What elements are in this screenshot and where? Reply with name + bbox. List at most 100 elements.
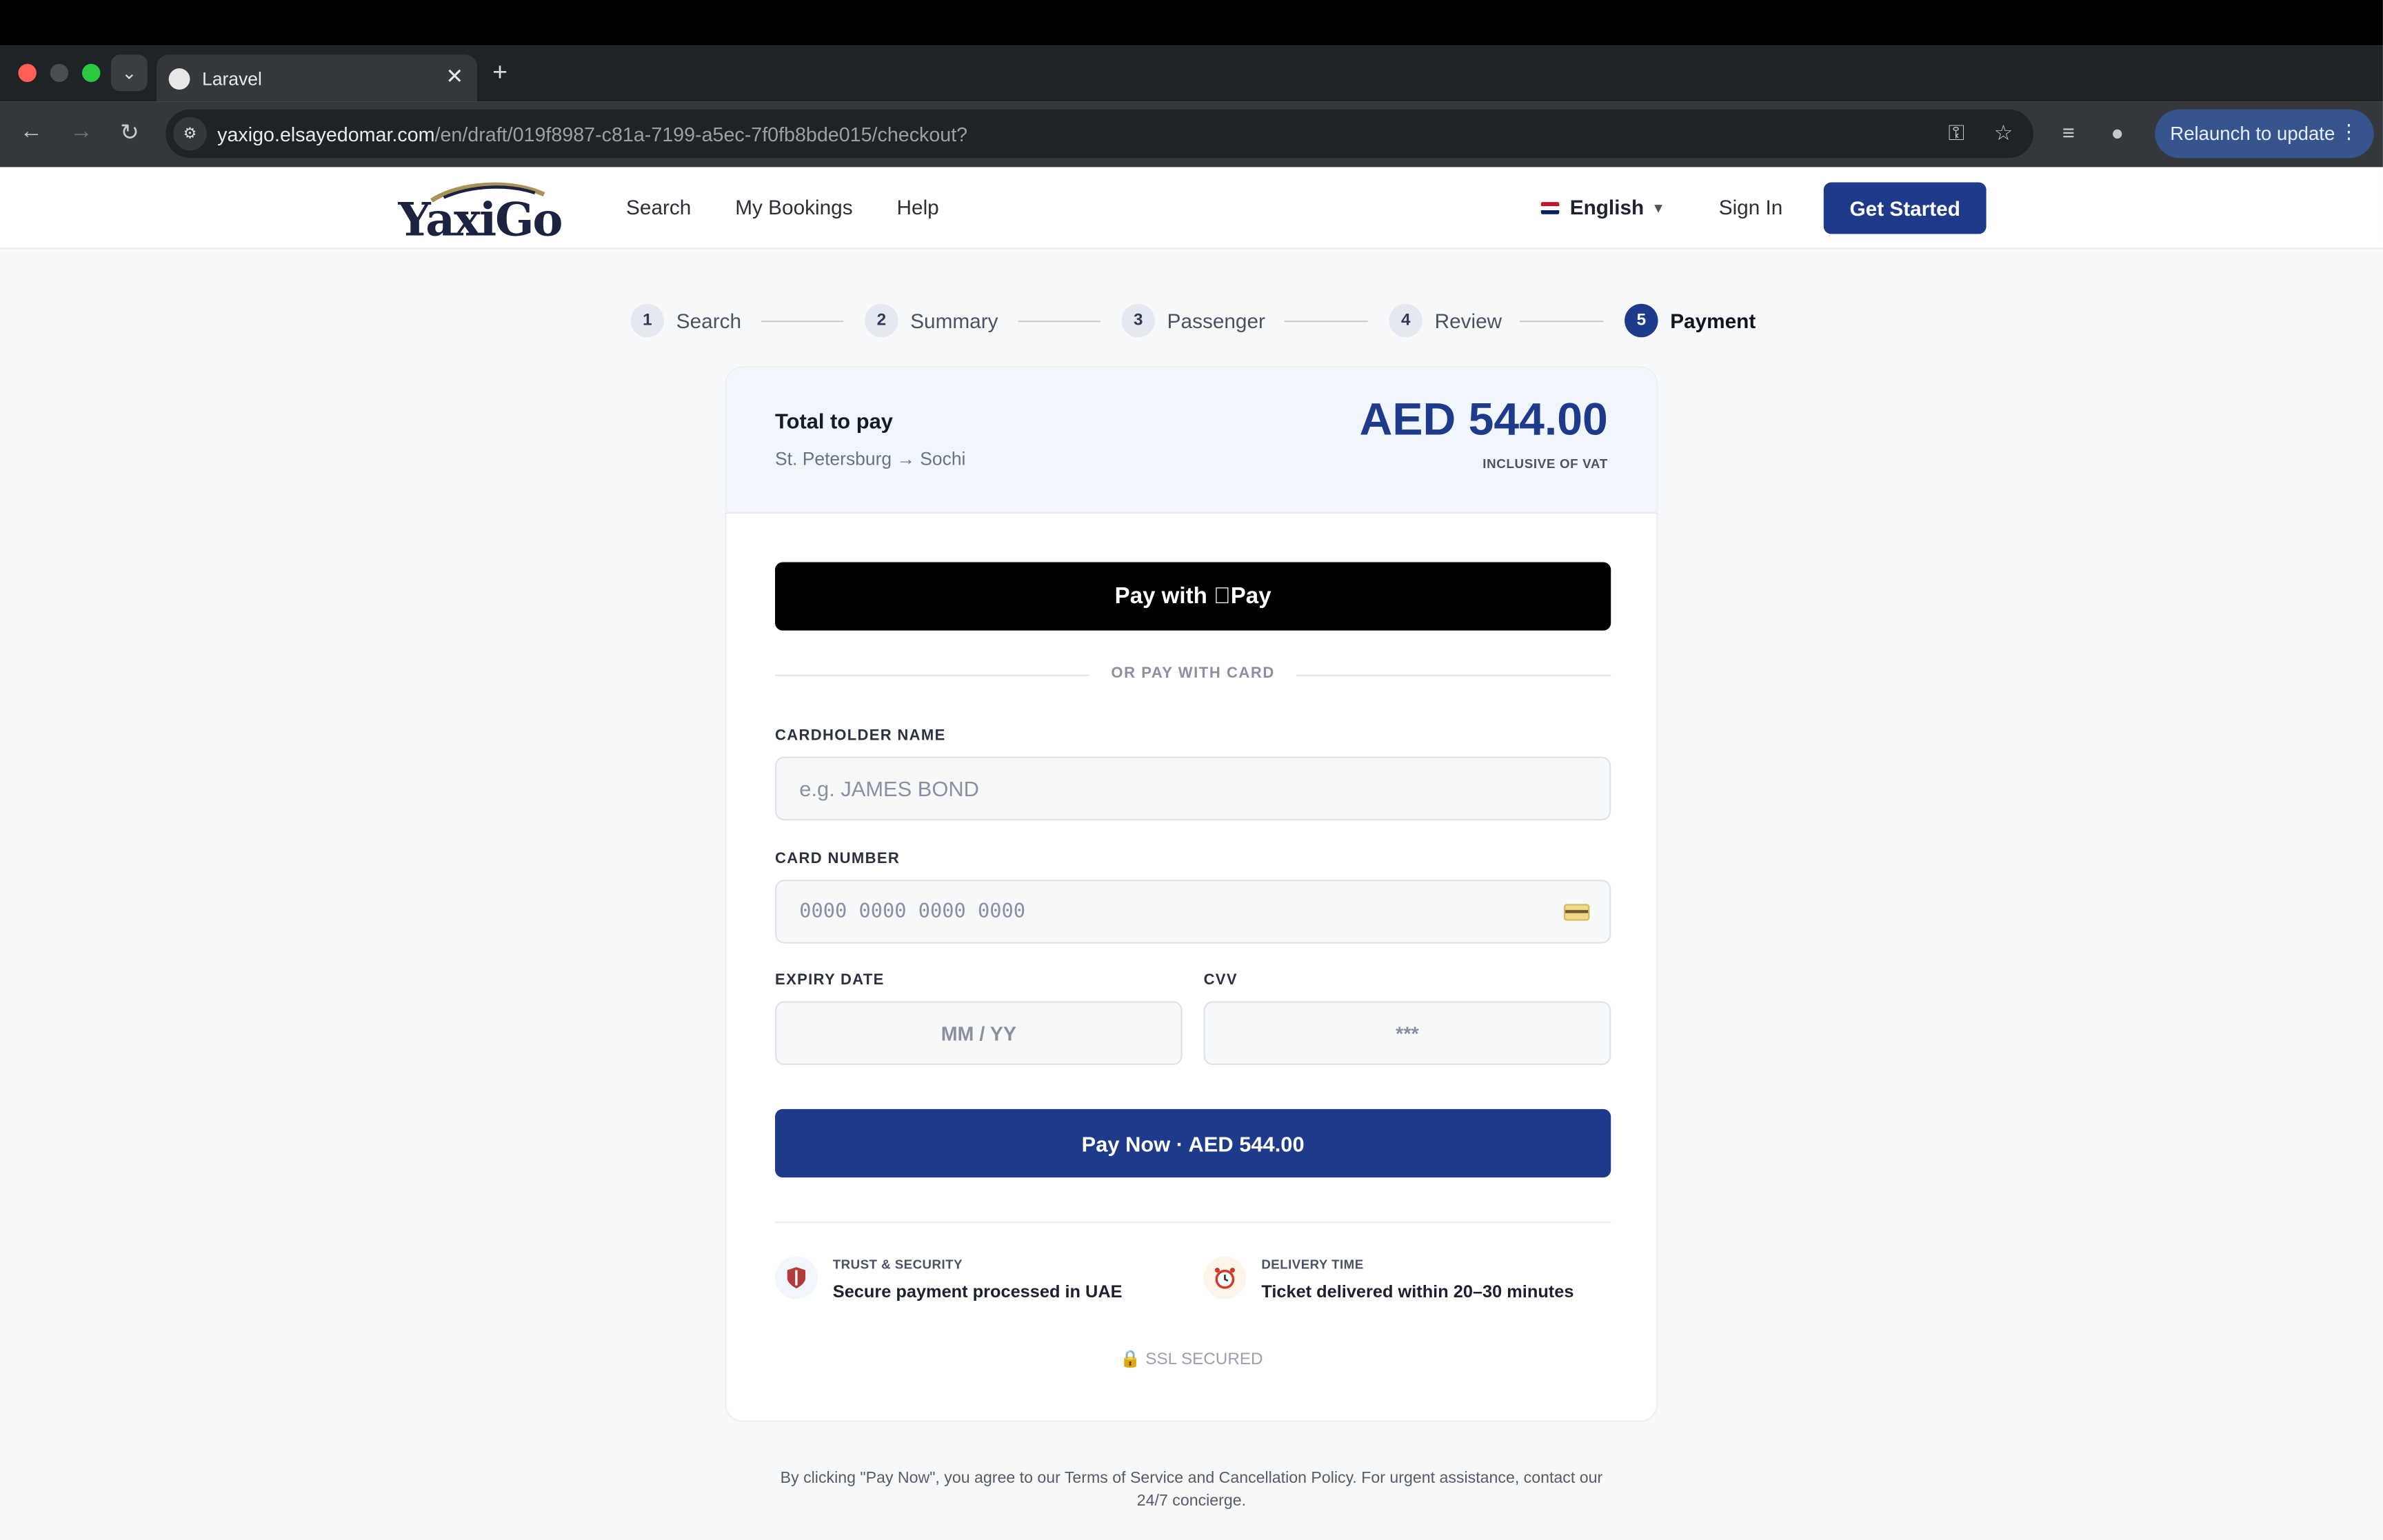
apple-pay-button[interactable]: Pay with Pay	[775, 562, 1611, 631]
expiry-label: EXPIRY DATE	[775, 972, 885, 989]
lock-icon: 🔒	[1120, 1350, 1141, 1369]
card-number-placeholder: 0000 0000 0000 0000	[799, 900, 1026, 923]
site-logo[interactable]: YaxiGo	[398, 176, 563, 247]
sign-in-link[interactable]: Sign In	[1719, 196, 1783, 219]
step-number: 4	[1389, 303, 1422, 338]
step-connector	[1018, 321, 1100, 323]
tab-search-button[interactable]: ⌄	[110, 54, 148, 92]
browser-tab[interactable]: Laravel ✕	[157, 54, 478, 102]
tab-title: Laravel	[202, 68, 262, 89]
reload-icon[interactable]: ↻	[120, 119, 139, 145]
step-number: 3	[1121, 303, 1156, 338]
trust-kicker: TRUST & SECURITY	[832, 1256, 963, 1272]
key-icon[interactable]: ⚿	[1949, 120, 1964, 145]
chevron-down-icon: ▼	[1651, 199, 1665, 215]
cvv-input[interactable]: ***	[1203, 1001, 1611, 1066]
step-label: Passenger	[1167, 309, 1265, 332]
language-label: English	[1569, 196, 1645, 219]
nav-search-link[interactable]: Search	[626, 196, 691, 219]
step-connector	[1284, 321, 1368, 323]
cardholder-placeholder: e.g. JAMES BOND	[799, 776, 979, 801]
relaunch-label: Relaunch to update	[2170, 123, 2335, 145]
card-number-input[interactable]: 0000 0000 0000 0000	[775, 880, 1611, 944]
trust-text: TRUST & SECURITY Secure payment processe…	[833, 1257, 1123, 1302]
address-bar[interactable]: ⚙ yaxigo.elsayedomar.com/en/draft/019f89…	[165, 109, 2033, 159]
step-label: Payment	[1670, 309, 1756, 332]
new-tab-button[interactable]: +	[492, 58, 507, 88]
apple-pay-label: Pay with Pay	[1115, 583, 1271, 609]
vat-note: INCLUSIVE OF VAT	[1482, 456, 1608, 472]
nav-my-bookings-link[interactable]: My Bookings	[735, 196, 852, 219]
delivery-text: DELIVERY TIME Ticket delivered within 20…	[1261, 1257, 1573, 1302]
credit-card-icon	[1563, 904, 1590, 921]
site-header: YaxiGo Search My Bookings Help English ▼…	[0, 167, 2383, 250]
star-icon[interactable]: ☆	[1994, 120, 2013, 145]
pay-now-button[interactable]: Pay Now · AED 544.00	[775, 1108, 1611, 1178]
url-text[interactable]: yaxigo.elsayedomar.com/en/draft/019f8987…	[217, 122, 967, 145]
step-number: 2	[865, 303, 898, 338]
alarm-clock-icon	[1203, 1256, 1247, 1299]
os-menubar	[0, 0, 2383, 46]
zoom-window-button[interactable]	[82, 63, 101, 83]
checkout-stepper: 1 Search 2 Summary 3 Passenger 4 Review …	[630, 303, 1756, 341]
step-review: 4 Review	[1389, 303, 1502, 338]
trust-main: Secure payment processed in UAE	[832, 1284, 1123, 1302]
forward-icon[interactable]: →	[70, 119, 92, 144]
minimize-window-button[interactable]	[50, 63, 69, 83]
profile-avatar-icon[interactable]: ●	[2111, 120, 2124, 144]
step-label: Summary	[910, 309, 998, 332]
cvv-label: CVV	[1203, 972, 1238, 989]
step-label: Search	[676, 309, 742, 332]
divider-text: OR PAY WITH CARD	[1111, 665, 1275, 682]
back-icon[interactable]: ←	[20, 119, 43, 144]
url-host: yaxigo.elsayedomar.com	[217, 122, 435, 145]
uk-flag-icon	[1540, 201, 1560, 214]
browser-toolbar: ← → ↻ ⚙ yaxigo.elsayedomar.com/en/draft/…	[0, 101, 2383, 168]
card-number-label: CARD NUMBER	[775, 851, 901, 868]
step-summary: 2 Summary	[865, 303, 998, 338]
step-label: Review	[1434, 309, 1502, 332]
nav-help-link[interactable]: Help	[897, 196, 939, 219]
payment-card: Total to pay St. Petersburg → Sochi AED …	[725, 366, 1658, 1422]
step-connector	[761, 321, 844, 323]
or-divider: OR PAY WITH CARD	[775, 665, 1611, 683]
language-selector[interactable]: English ▼	[1540, 196, 1665, 219]
trust-security-badge: TRUST & SECURITY Secure payment processe…	[775, 1256, 1123, 1302]
expiry-date-input[interactable]: MM / YY	[775, 1001, 1183, 1066]
section-divider	[775, 1222, 1611, 1224]
terms-footer-note: By clicking "Pay Now", you agree to our …	[780, 1469, 1603, 1510]
chevron-down-icon: ⌄	[121, 62, 137, 84]
total-summary: Total to pay St. Petersburg → Sochi AED …	[726, 367, 1657, 514]
cardholder-label: CARDHOLDER NAME	[775, 727, 946, 744]
relaunch-button[interactable]: Relaunch to update ⋮	[2155, 109, 2374, 159]
step-payment: 5 Payment	[1625, 303, 1756, 338]
close-icon[interactable]: ✕	[445, 64, 463, 90]
ssl-secured-note: 🔒 SSL SECURED	[727, 1349, 1657, 1369]
total-amount: AED 544.00	[1359, 395, 1608, 445]
shield-icon	[775, 1256, 818, 1299]
site-settings-icon[interactable]: ⚙	[173, 116, 207, 151]
step-number: 1	[630, 303, 665, 338]
media-control-icon[interactable]: ≡	[2062, 120, 2075, 144]
logo-text: YaxiGo	[398, 194, 563, 248]
step-connector	[1520, 321, 1604, 323]
step-number: 5	[1625, 303, 1658, 338]
pay-now-label: Pay Now · AED 544.00	[1081, 1131, 1305, 1156]
ssl-label: SSL SECURED	[1145, 1350, 1263, 1369]
delivery-kicker: DELIVERY TIME	[1261, 1256, 1364, 1272]
route-text: St. Petersburg → Sochi	[775, 448, 966, 470]
cardholder-name-input[interactable]: e.g. JAMES BOND	[775, 756, 1611, 821]
main-nav: Search My Bookings Help	[626, 196, 939, 219]
browser-tabstrip: ⌄ Laravel ✕ +	[0, 45, 2383, 102]
more-menu-icon[interactable]: ⋮	[2339, 120, 2359, 144]
expiry-placeholder: MM / YY	[941, 1022, 1017, 1045]
delivery-time-badge: DELIVERY TIME Ticket delivered within 20…	[1203, 1256, 1573, 1302]
step-passenger: 3 Passenger	[1121, 303, 1265, 338]
window-controls	[18, 63, 101, 83]
favicon-icon	[168, 68, 190, 89]
step-search: 1 Search	[630, 303, 742, 338]
get-started-button[interactable]: Get Started	[1823, 182, 1987, 234]
close-window-button[interactable]	[18, 63, 37, 83]
delivery-main: Ticket delivered within 20–30 minutes	[1261, 1284, 1574, 1302]
url-path: /en/draft/019f8987-c81a-7199-a5ec-7f0fb8…	[434, 122, 968, 145]
